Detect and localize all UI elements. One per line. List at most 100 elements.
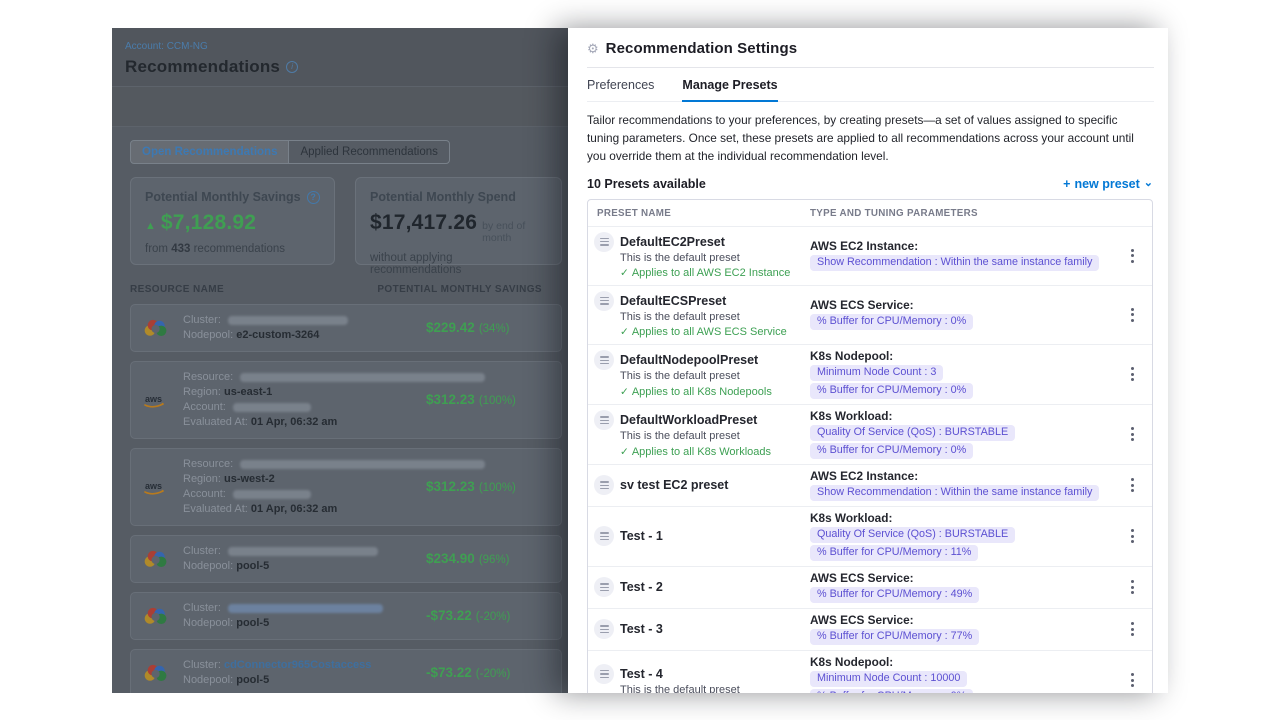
recommendations-content: Open Recommendations Applied Recommendat…	[112, 127, 568, 693]
savings-percent: (-20%)	[476, 611, 511, 623]
recommendations-page-dimmed: Account: CCM-NG Recommendations i Open R…	[112, 28, 568, 693]
recommendation-row[interactable]: Cluster: Nodepool: pool-5-$73.22(-20%)	[130, 592, 562, 640]
preset-row: Test - 1K8s Workload:Quality Of Service …	[588, 506, 1152, 566]
panel-title: Recommendation Settings	[606, 40, 798, 57]
check-icon: ✓	[620, 326, 629, 338]
preset-type-label: AWS EC2 Instance:	[810, 240, 1112, 253]
kebab-menu-button[interactable]	[1119, 363, 1145, 385]
preset-type-label: K8s Nodepool:	[810, 350, 1112, 363]
drag-handle-icon[interactable]	[594, 232, 614, 252]
chevron-down-icon: ⌄	[1144, 176, 1153, 189]
preset-name: DefaultNodepoolPreset	[620, 353, 772, 367]
spend-card-label: Potential Monthly Spend	[370, 190, 516, 204]
tuning-pill: % Buffer for CPU/Memory : 0%	[810, 689, 973, 693]
resource-savings: $312.23(100%)	[426, 478, 516, 496]
savings-amount: $7,128.92	[161, 211, 256, 235]
savings-up-icon: ▲	[145, 220, 156, 232]
tuning-pill: % Buffer for CPU/Memory : 0%	[810, 383, 973, 399]
cluster-link[interactable]: cdConnector965Costaccess	[224, 659, 371, 671]
potential-savings-card: Potential Monthly Savings ? ▲ $7,128.92 …	[130, 177, 335, 265]
resource-field-value: 01 Apr, 06:32 am	[251, 503, 337, 515]
resource-savings: $312.23(100%)	[426, 391, 516, 409]
resource-details: Cluster: cdConnector965CostaccessNodepoo…	[183, 658, 371, 688]
preset-row: Test - 4This is the default presetK8s No…	[588, 650, 1152, 693]
resource-savings: -$73.22(-20%)	[426, 664, 510, 682]
resource-name-header: RESOURCE NAME	[130, 284, 224, 295]
svg-text:aws: aws	[145, 394, 162, 404]
redacted-text	[240, 460, 485, 469]
preset-type-label: AWS ECS Service:	[810, 614, 1112, 627]
kebab-menu-button[interactable]	[1119, 618, 1145, 640]
check-icon: ✓	[620, 446, 629, 458]
savings-percent: (100%)	[479, 482, 516, 494]
preset-row: DefaultEC2Preset This is the default pres…	[588, 226, 1152, 285]
savings-value: -$73.22	[426, 608, 472, 623]
drag-handle-icon[interactable]	[594, 526, 614, 546]
tuning-pill: % Buffer for CPU/Memory : 0%	[810, 314, 973, 330]
presets-count: 10 Presets available	[587, 177, 706, 191]
preset-description: This is the default preset	[620, 252, 790, 265]
help-icon[interactable]: ?	[307, 191, 320, 204]
resource-field-label: Cluster:	[183, 314, 224, 326]
drag-handle-icon[interactable]	[594, 475, 614, 495]
resource-field-label: Account:	[183, 488, 229, 500]
tab-preferences[interactable]: Preferences	[587, 78, 654, 101]
resource-field-value: e2-custom-3264	[236, 329, 319, 341]
drag-handle-icon[interactable]	[594, 291, 614, 311]
recommendation-row[interactable]: Cluster: Nodepool: pool-5$234.90(96%)	[130, 535, 562, 583]
kebab-menu-button[interactable]	[1119, 304, 1145, 326]
recommendation-row[interactable]: awsResource: Region: us-east-1Account: E…	[130, 361, 562, 439]
drag-handle-icon[interactable]	[594, 410, 614, 430]
redacted-text	[228, 547, 378, 556]
resource-field-label: Region:	[183, 386, 224, 398]
kebab-menu-button[interactable]	[1119, 245, 1145, 267]
preset-type-label: AWS EC2 Instance:	[810, 470, 1112, 483]
kebab-menu-button[interactable]	[1119, 576, 1145, 598]
preset-rows: DefaultEC2Preset This is the default pres…	[588, 226, 1152, 693]
drag-handle-icon[interactable]	[594, 664, 614, 684]
info-icon[interactable]: i	[286, 61, 298, 73]
preset-name-header: PRESET NAME	[588, 208, 810, 219]
gcp-cloud-icon	[143, 607, 169, 625]
resource-field-label: Cluster:	[183, 602, 224, 614]
redacted-text	[240, 373, 485, 382]
aws-icon: aws	[143, 393, 169, 408]
gcp-cloud-icon	[143, 664, 169, 682]
recommendation-row[interactable]: Cluster: Nodepool: e2-custom-3264$229.42…	[130, 304, 562, 352]
resource-field-label: Nodepool:	[183, 617, 236, 629]
savings-value: $312.23	[426, 392, 475, 407]
savings-subtext: from 433 recommendations	[145, 243, 320, 255]
resource-field-label: Nodepool:	[183, 674, 236, 686]
kebab-menu-button[interactable]	[1119, 423, 1145, 445]
kebab-menu-button[interactable]	[1119, 669, 1145, 691]
preset-row: DefaultNodepoolPresetThis is the default…	[588, 344, 1152, 404]
preset-type-label: K8s Workload:	[810, 512, 1112, 525]
monthly-savings-header: POTENTIAL MONTHLY SAVINGS	[377, 284, 542, 295]
tab-open-recommendations[interactable]: Open Recommendations	[131, 141, 289, 163]
account-link[interactable]: Account: CCM-NG	[125, 41, 208, 52]
drag-handle-icon[interactable]	[594, 577, 614, 597]
savings-percent: (-20%)	[476, 668, 511, 680]
resource-field-label: Nodepool:	[183, 560, 236, 572]
kebab-menu-button[interactable]	[1119, 474, 1145, 496]
preset-row: DefaultECSPresetThis is the default pres…	[588, 285, 1152, 344]
preset-type-label: AWS ECS Service:	[810, 572, 1112, 585]
new-preset-button[interactable]: + new preset ⌄	[1063, 177, 1153, 191]
tab-manage-presets[interactable]: Manage Presets	[682, 78, 777, 102]
preset-type-label: K8s Workload:	[810, 410, 1112, 423]
drag-handle-icon[interactable]	[594, 619, 614, 639]
screenshot-canvas: Account: CCM-NG Recommendations i Open R…	[0, 0, 1280, 720]
resource-field-value: pool-5	[236, 560, 269, 572]
resource-details: Cluster: Nodepool: pool-5	[183, 544, 378, 574]
kebab-menu-button[interactable]	[1119, 525, 1145, 547]
recommendation-row[interactable]: awsResource: Region: us-west-2Account: E…	[130, 448, 562, 526]
resource-savings: $229.42(34%)	[426, 319, 510, 337]
preset-name: DefaultECSPreset	[620, 294, 787, 308]
resource-field-label: Cluster:	[183, 545, 224, 557]
drag-handle-icon[interactable]	[594, 350, 614, 370]
plus-icon: +	[1063, 177, 1070, 191]
recommendation-row[interactable]: Cluster: cdConnector965CostaccessNodepoo…	[130, 649, 562, 693]
tab-applied-recommendations[interactable]: Applied Recommendations	[289, 141, 448, 163]
preset-name: DefaultEC2Preset	[620, 235, 790, 249]
preset-name: Test - 4	[620, 667, 740, 681]
